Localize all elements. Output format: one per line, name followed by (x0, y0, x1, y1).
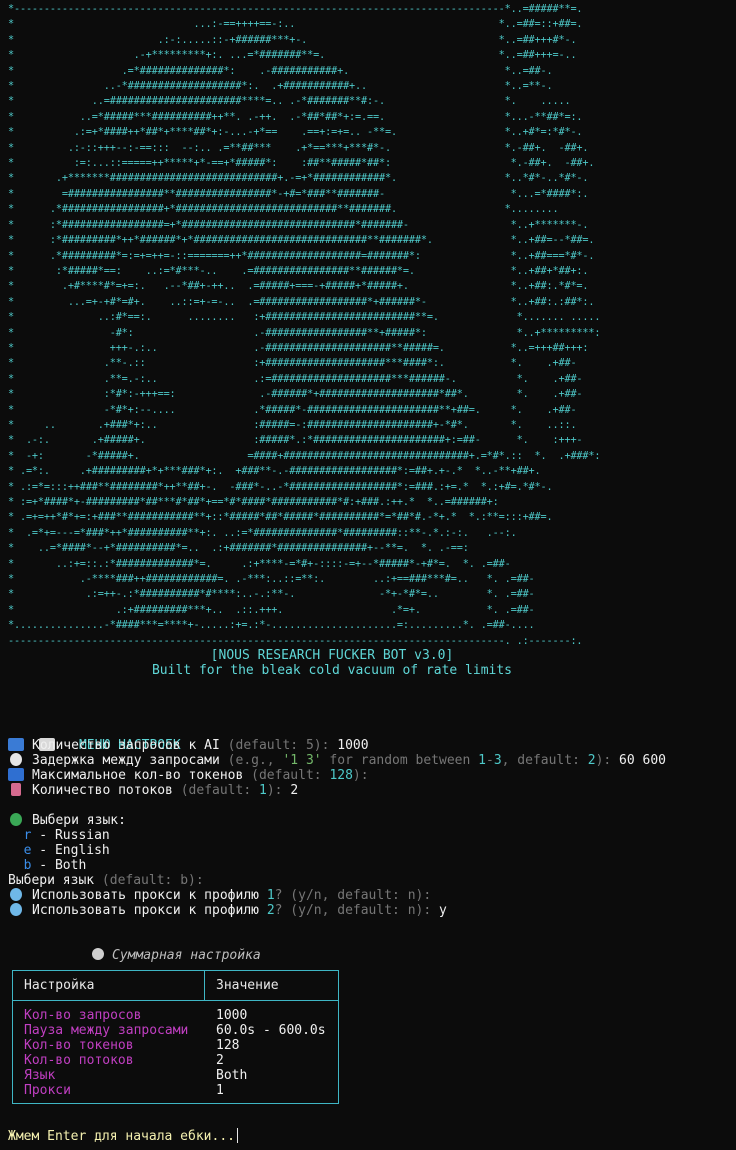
table-header-divider (13, 1000, 338, 1001)
threads-default-value: 1 (259, 783, 267, 798)
summary-title: Суммарная настройка (112, 948, 261, 963)
delay-hint-mid: for random between (321, 753, 479, 768)
lang-input-label: Выбери язык (8, 873, 95, 888)
lang-input-default: (default: b): (101, 873, 204, 888)
banner-title: [NOUS RESEARCH FUCKER BOT v3.0] (210, 648, 454, 663)
lang-option-label: - Russian (31, 828, 110, 843)
globe-icon (10, 813, 22, 826)
threads-line: Количество потоков (default: 1): 2 (8, 783, 298, 798)
threads-default-close: ): (266, 783, 283, 798)
table-row-value: 1000 (216, 1008, 248, 1023)
table-header-setting: Настройка (24, 978, 95, 993)
text-cursor (236, 1128, 238, 1143)
threads-default-open: (default: (180, 783, 259, 798)
enter-prompt: Жмем Enter для начала ебки... (8, 1129, 235, 1144)
proxy1-number: 1 (266, 888, 275, 903)
gear-icon (92, 948, 104, 960)
prompt-line[interactable]: Жмем Enter для начала ебки... (8, 1128, 238, 1144)
proxy2-value: y (439, 903, 447, 918)
delay-hint-open: (e.g., (227, 753, 283, 768)
lang-option-english: e - English (8, 843, 110, 858)
tokens-line: Максимальное кол-во токенов (default: 12… (8, 768, 369, 783)
tokens-default-close: ): (352, 768, 369, 783)
table-row-name: Кол-во запросов (24, 1008, 142, 1023)
threads-value: 2 (290, 783, 299, 798)
proxy1-label: Использовать прокси к профилю (32, 888, 259, 903)
proxy2-number: 2 (266, 903, 275, 918)
delay-hint-default-value: 2 (587, 753, 596, 768)
requests-line: Количество запросов к AI (default: 5): 1… (8, 738, 369, 753)
delay-hint-a: 1 (478, 753, 486, 768)
proxy2-hint: ? (y/n, default: n): (274, 903, 432, 918)
requests-value: 1000 (337, 738, 369, 753)
ascii-art: *---------------------------------------… (8, 4, 601, 647)
table-row-name: Пауза между запросами (24, 1023, 189, 1038)
table-header-value: Значение (216, 978, 279, 993)
lang-option-label: - English (31, 843, 110, 858)
table-row-value: 128 (216, 1038, 240, 1053)
table-row-value: 2 (216, 1053, 224, 1068)
table-row-name: Язык (24, 1068, 56, 1083)
threads-label: Количество потоков (32, 783, 173, 798)
lang-input-line: Выбери язык (default: b): (8, 873, 204, 888)
token-icon (8, 768, 24, 781)
table-row-name: Прокси (24, 1083, 71, 1098)
requests-default: (default: 5): (227, 738, 330, 753)
table-row-value: 1 (216, 1083, 224, 1098)
tokens-default-value: 128 (329, 768, 353, 783)
delay-label: Задержка между запросами (32, 753, 220, 768)
proxy2-label: Использовать прокси к профилю (32, 903, 259, 918)
table-row-name: Кол-во токенов (24, 1038, 134, 1053)
delay-hint-example: '1 3' (282, 753, 322, 768)
delay-value: 60 600 (619, 753, 667, 768)
lang-option-label: - Both (31, 858, 87, 873)
delay-line: Задержка между запросами (e.g., '1 3' fo… (8, 753, 666, 768)
stopwatch-icon (10, 753, 22, 766)
delay-hint-close: ): (595, 753, 612, 768)
lang-option-both: b - Both (8, 858, 87, 873)
banner-subtitle: Built for the bleak cold vacuum of rate … (151, 663, 513, 678)
tokens-label: Максимальное кол-во токенов (32, 768, 244, 783)
terminal-window[interactable]: *---------------------------------------… (0, 0, 736, 1150)
table-column-divider (204, 971, 205, 1000)
network-globe-icon (10, 903, 22, 916)
network-globe-icon (10, 888, 22, 901)
requests-label: Количество запросов к AI (32, 738, 220, 753)
summary-title-line: Суммарная настройка (92, 948, 261, 963)
lang-option-russian: r - Russian (8, 828, 110, 843)
table-row-value: Both (216, 1068, 248, 1083)
tokens-default-open: (default: (251, 768, 330, 783)
lang-prompt: Выбери язык: (32, 813, 126, 828)
thread-icon (11, 783, 21, 796)
table-row-name: Кол-во потоков (24, 1053, 134, 1068)
delay-hint-dash: - (485, 753, 494, 768)
numbers-icon (8, 738, 24, 751)
proxy1-hint: ? (y/n, default: n): (274, 888, 432, 903)
summary-table: Настройка Значение Кол-во запросов 1000 … (12, 970, 339, 1104)
proxy1-line: Использовать прокси к профилю 1? (y/n, d… (8, 888, 431, 903)
table-row-value: 60.0s - 600.0s (216, 1023, 326, 1038)
lang-prompt-line: Выбери язык: (8, 813, 126, 828)
proxy2-line: Использовать прокси к профилю 2? (y/n, d… (8, 903, 447, 918)
delay-hint-default: , default: (501, 753, 588, 768)
delay-hint-b: 3 (493, 753, 502, 768)
